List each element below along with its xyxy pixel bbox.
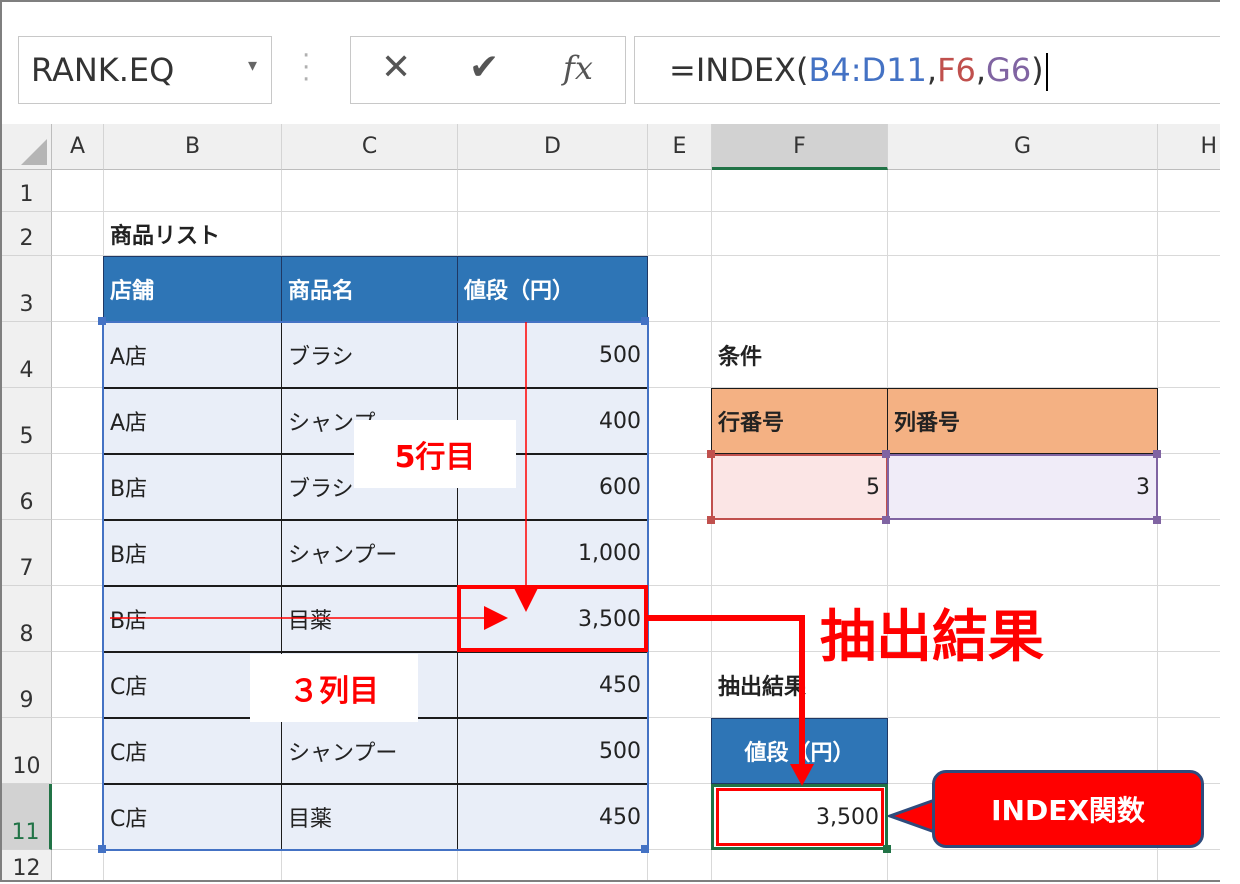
column-annotation: ３列目 — [250, 654, 418, 722]
row-header-6[interactable]: 6 — [2, 454, 52, 520]
cancel-icon[interactable]: ✕ — [381, 47, 411, 88]
formula-bar: RANK.EQ ▾ · · · ✕ ✔ fx =INDEX(B4:D11,F6,G6… — [2, 2, 1220, 124]
row-header-3[interactable]: 3 — [2, 256, 52, 322]
formula-input[interactable]: =INDEX(B4:D11,F6,G6) — [634, 36, 1220, 104]
range-handle[interactable] — [1153, 450, 1161, 458]
target-highlight — [457, 585, 648, 652]
formula-prefix: =INDEX( — [669, 51, 809, 89]
formula-ref-row: F6 — [937, 51, 976, 89]
conditions-title: 条件 — [718, 345, 763, 370]
range-handle[interactable] — [707, 516, 715, 524]
column-header-a[interactable]: A — [52, 124, 104, 170]
table-header-store[interactable]: 店舗 — [103, 256, 282, 322]
formula-ref-col: G6 — [986, 51, 1032, 89]
excel-window: RANK.EQ ▾ · · · ✕ ✔ fx =INDEX(B4:D11,F6,G6… — [0, 0, 1220, 882]
name-box-value: RANK.EQ — [31, 51, 175, 89]
result-big-title: 抽出結果 — [820, 605, 1044, 670]
result-header[interactable]: 値段（円） — [711, 718, 888, 784]
row-annotation: 5行目 — [354, 420, 516, 488]
formula-ref-range: B4:D11 — [808, 51, 927, 89]
text-caret — [1045, 53, 1048, 91]
conditions-header-row[interactable]: 行番号 — [711, 388, 888, 454]
row-header-1[interactable]: 1 — [2, 170, 52, 212]
column-header-c[interactable]: C — [282, 124, 458, 170]
row-header-11[interactable]: 11 — [2, 784, 52, 850]
row-header-9[interactable]: 9 — [2, 652, 52, 718]
range-handle[interactable] — [1153, 516, 1161, 524]
column-number-cell[interactable]: 3 — [887, 454, 1158, 520]
column-header-g[interactable]: G — [888, 124, 1158, 170]
enter-icon[interactable]: ✔ — [469, 47, 499, 88]
worksheet-grid[interactable]: A B C D E F G H 1 2 3 4 5 6 7 8 9 10 11 … — [2, 124, 1220, 880]
fill-handle[interactable] — [883, 845, 891, 853]
column-header-d[interactable]: D — [458, 124, 648, 170]
row-header-8[interactable]: 8 — [2, 586, 52, 652]
range-handle[interactable] — [641, 317, 649, 325]
formula-separator: , — [975, 51, 987, 89]
row-header-10[interactable]: 10 — [2, 718, 52, 784]
column-header-f[interactable]: F — [712, 124, 888, 170]
formula-buttons: ✕ ✔ fx — [350, 36, 626, 104]
insert-function-icon[interactable]: fx — [563, 49, 593, 87]
range-handle[interactable] — [882, 450, 890, 458]
name-box[interactable]: RANK.EQ ▾ — [18, 36, 272, 104]
range-handle[interactable] — [98, 845, 106, 853]
conditions-header-col[interactable]: 列番号 — [887, 388, 1158, 454]
drag-handle-icon[interactable]: · · · — [302, 43, 310, 93]
row-number-cell[interactable]: 5 — [711, 454, 888, 520]
range-handle[interactable] — [98, 317, 106, 325]
row-header-4[interactable]: 4 — [2, 322, 52, 388]
column-header-e[interactable]: E — [648, 124, 712, 170]
list-title: 商品リスト — [110, 224, 221, 249]
formula-separator: , — [926, 51, 938, 89]
row-header-7[interactable]: 7 — [2, 520, 52, 586]
range-handle[interactable] — [641, 845, 649, 853]
index-function-callout: INDEX関数 — [932, 770, 1204, 848]
column-header-b[interactable]: B — [104, 124, 282, 170]
row-header-12[interactable]: 12 — [2, 850, 52, 880]
result-highlight — [716, 788, 884, 846]
range-handle[interactable] — [707, 450, 715, 458]
table-header-price[interactable]: 値段（円） — [457, 256, 648, 322]
chevron-down-icon[interactable]: ▾ — [248, 55, 257, 76]
row-header-2[interactable]: 2 — [2, 212, 52, 256]
table-header-product[interactable]: 商品名 — [281, 256, 458, 322]
column-header-h[interactable]: H — [1158, 124, 1220, 170]
select-all-corner[interactable] — [2, 124, 52, 170]
range-handle[interactable] — [882, 516, 890, 524]
formula-suffix: ) — [1031, 51, 1044, 89]
row-header-5[interactable]: 5 — [2, 388, 52, 454]
